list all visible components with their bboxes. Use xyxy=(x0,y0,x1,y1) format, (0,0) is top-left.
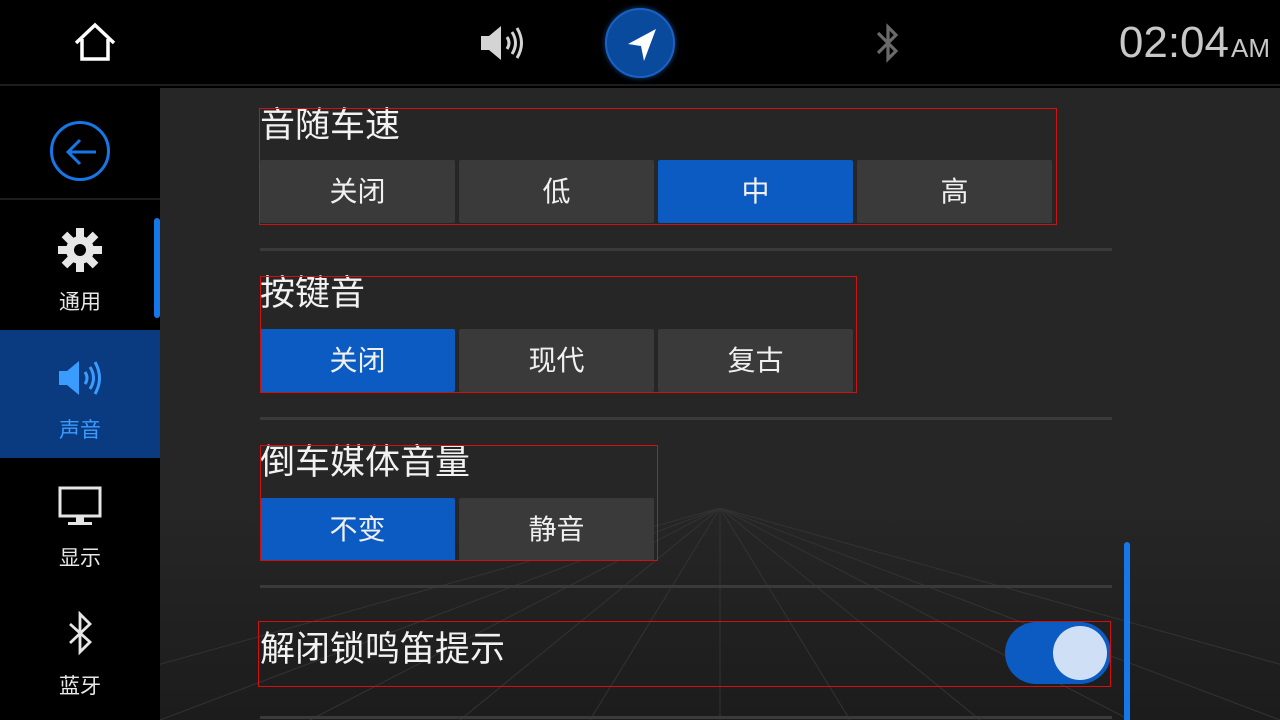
content-scrollbar[interactable] xyxy=(1124,542,1130,720)
back-arrow-icon xyxy=(65,138,96,166)
speed-volume-option-low[interactable]: 低 xyxy=(459,160,654,223)
speed-volume-option-high[interactable]: 高 xyxy=(857,160,1052,223)
reverse-media-volume-title: 倒车媒体音量 xyxy=(260,443,471,483)
sidebar-item-label: 蓝牙 xyxy=(59,674,101,698)
section-divider xyxy=(260,716,1112,719)
reverse-volume-option-mute[interactable]: 静音 xyxy=(459,498,654,561)
sound-settings-panel: 音随车速 关闭 低 中 高 按键音 关闭 现代 复古 倒车媒体音量 不变 静音 … xyxy=(160,88,1280,720)
back-button-area xyxy=(0,88,160,200)
section-divider xyxy=(260,417,1112,420)
key-tone-section: 按键音 xyxy=(260,272,365,324)
section-divider xyxy=(260,248,1112,251)
sidebar-item-display[interactable]: 显示 xyxy=(0,458,160,586)
status-bar: 02:04AM xyxy=(0,0,1280,86)
bluetooth-icon xyxy=(876,23,899,63)
navigation-arrow-icon xyxy=(628,29,656,61)
sidebar-item-label: 声音 xyxy=(59,418,101,442)
key-tone-option-retro[interactable]: 复古 xyxy=(658,329,853,392)
sidebar-item-general[interactable]: 通用 xyxy=(0,202,160,330)
back-button[interactable] xyxy=(50,121,110,181)
sidebar-item-bluetooth[interactable]: 蓝牙 xyxy=(0,586,160,714)
key-tone-title: 按键音 xyxy=(260,274,366,314)
speed-volume-title: 音随车速 xyxy=(260,106,401,146)
sidebar: 通用 声音 显示 蓝牙 xyxy=(0,88,160,720)
section-divider xyxy=(260,585,1112,588)
sidebar-item-label: 通用 xyxy=(59,290,101,314)
key-tone-option-off[interactable]: 关闭 xyxy=(260,329,455,392)
unlock-horn-title: 解闭锁鸣笛提示 xyxy=(260,630,506,670)
key-tone-option-modern[interactable]: 现代 xyxy=(459,329,654,392)
sidebar-item-sound[interactable]: 声音 xyxy=(0,330,160,458)
unlock-horn-section: 解闭锁鸣笛提示 xyxy=(260,628,505,680)
sidebar-item-label: 显示 xyxy=(59,546,101,570)
home-button[interactable] xyxy=(70,18,120,66)
reverse-media-volume-section: 倒车媒体音量 xyxy=(260,441,470,493)
speed-volume-section: 音随车速 xyxy=(260,104,400,156)
gear-icon xyxy=(58,228,102,272)
reverse-volume-option-unchanged[interactable]: 不变 xyxy=(260,498,455,561)
speaker-icon xyxy=(481,26,523,60)
navigation-button[interactable] xyxy=(605,8,675,78)
speed-volume-option-medium[interactable]: 中 xyxy=(658,160,853,223)
clock: 02:04AM xyxy=(1119,18,1270,68)
monitor-icon xyxy=(58,486,102,525)
unlock-horn-toggle[interactable] xyxy=(1005,622,1111,684)
speed-volume-option-off[interactable]: 关闭 xyxy=(260,160,455,223)
toggle-knob xyxy=(1053,626,1107,680)
home-icon xyxy=(74,22,116,61)
bluetooth-status[interactable] xyxy=(870,20,906,66)
volume-button[interactable] xyxy=(476,20,528,66)
bluetooth-icon xyxy=(69,610,93,656)
speaker-icon xyxy=(59,361,101,395)
clock-ampm: AM xyxy=(1231,33,1270,63)
clock-time: 02:04 xyxy=(1118,18,1229,67)
